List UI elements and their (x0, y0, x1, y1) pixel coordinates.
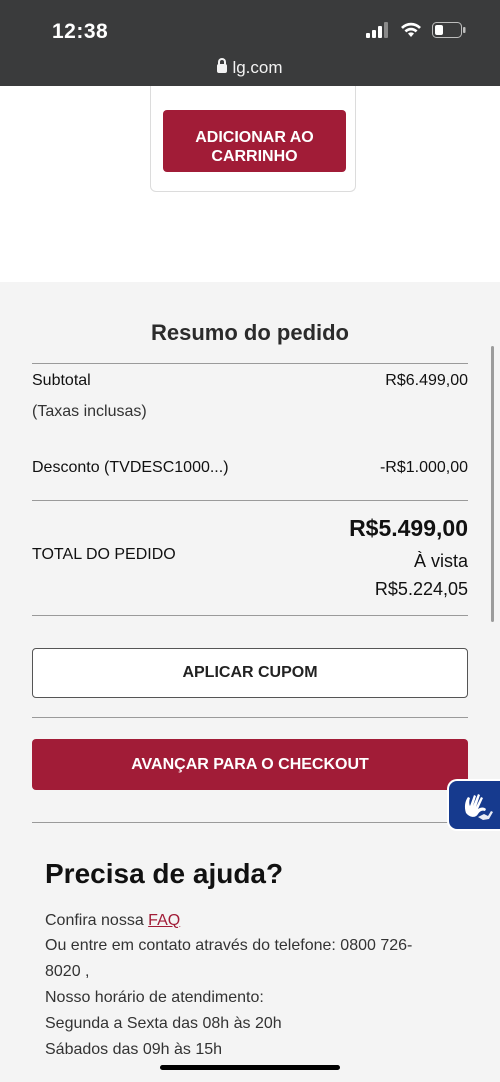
summary-title: Resumo do pedido (151, 320, 349, 345)
wifi-icon (401, 22, 421, 37)
help-title: Precisa de ajuda? (45, 858, 284, 889)
divider (32, 717, 468, 718)
discount-value: -R$1.000,00 (379, 459, 468, 476)
faq-prefix: Confira nossa (45, 912, 144, 929)
divider (32, 363, 468, 364)
divider (32, 822, 468, 823)
checkout-button[interactable]: AVANÇAR PARA O CHECKOUT (32, 739, 468, 790)
tax-note: (Taxas inclusas) (32, 403, 147, 420)
clock: 12:38 (52, 20, 109, 43)
subtotal-value: R$6.499,00 (385, 372, 468, 389)
divider (32, 615, 468, 616)
contact-line: Ou entre em contato através do telefone:… (45, 937, 413, 954)
add-to-cart-button[interactable]: ADICIONAR AO CARRINHO (163, 110, 346, 172)
cash-label: À vista (413, 551, 468, 571)
total-label: TOTAL DO PEDIDO (32, 546, 176, 563)
sign-language-icon (464, 794, 493, 820)
apply-coupon-button[interactable]: APLICAR CUPOM (32, 648, 468, 698)
address-bar[interactable]: lg.com (0, 58, 500, 78)
subtotal-label: Subtotal (32, 372, 91, 389)
home-indicator (160, 1065, 340, 1070)
cash-value: R$5.224,05 (374, 579, 468, 599)
accessibility-button[interactable] (447, 779, 500, 831)
hours-saturday: Sábados das 09h às 15h (45, 1041, 223, 1058)
lock-icon (217, 58, 228, 73)
battery-icon (432, 22, 466, 38)
product-section: ADICIONAR AO CARRINHO (0, 86, 500, 282)
status-icons (366, 22, 466, 38)
hours-title: Nosso horário de atendimento: (45, 989, 264, 1006)
faq-link[interactable]: FAQ (148, 912, 180, 929)
total-value: R$5.499,00 (349, 515, 468, 541)
hours-weekdays: Segunda a Sexta das 08h às 20h (45, 1015, 282, 1032)
product-card: ADICIONAR AO CARRINHO (150, 86, 356, 192)
signal-icon (366, 22, 388, 38)
url-text: lg.com (232, 58, 283, 77)
discount-label: Desconto (TVDESC1000...) (32, 459, 229, 476)
divider (32, 500, 468, 501)
scrollbar[interactable] (491, 346, 494, 622)
status-bar: 12:38 lg.com (0, 0, 500, 86)
contact-line-2: 8020 , (45, 963, 90, 980)
faq-line: Confira nossa FAQ (45, 912, 180, 930)
